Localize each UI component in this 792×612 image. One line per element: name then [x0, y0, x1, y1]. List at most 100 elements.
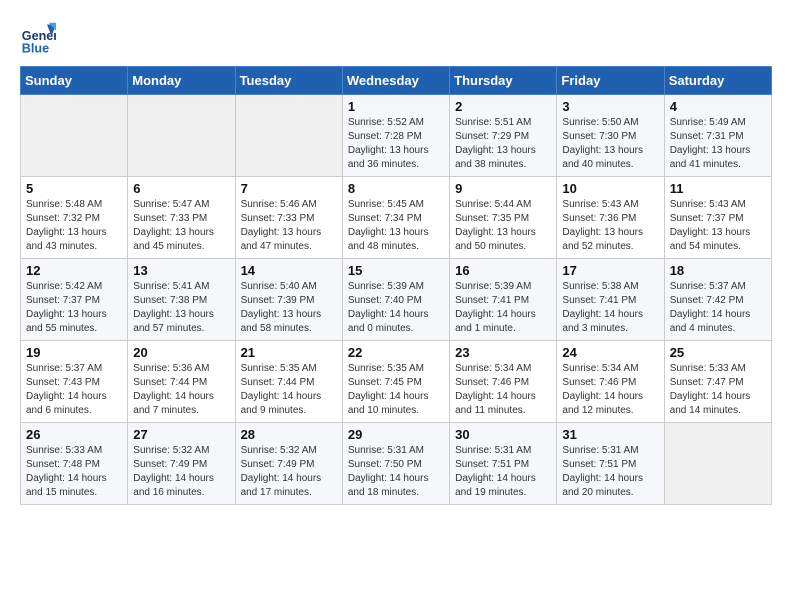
- day-info: Sunrise: 5:33 AM Sunset: 7:47 PM Dayligh…: [670, 362, 766, 418]
- calendar-cell: 19Sunrise: 5:37 AM Sunset: 7:43 PM Dayli…: [21, 341, 128, 423]
- day-number: 26: [26, 427, 122, 442]
- day-number: 7: [241, 181, 337, 196]
- day-number: 22: [348, 345, 444, 360]
- calendar-week-5: 26 Sunrise: 5:33 AM Sunset: 7:48 PM Dayli…: [21, 423, 772, 505]
- calendar-cell: 18 Sunrise: 5:37 AM Sunset: 7:42 PM Dayli…: [664, 259, 771, 341]
- calendar-cell: 29Sunrise: 5:31 AM Sunset: 7:50 PM Dayli…: [342, 423, 449, 505]
- day-info: Sunrise: 5:36 AM Sunset: 7:44 PM Dayligh…: [133, 362, 229, 418]
- calendar-cell: 27 Sunrise: 5:32 AM Sunset: 7:49 PM Dayli…: [128, 423, 235, 505]
- day-info: Sunrise: 5:35 AM Sunset: 7:44 PM Dayligh…: [241, 362, 337, 418]
- calendar-cell: 10 Sunrise: 5:43 AM Sunset: 7:36 PM Dayli…: [557, 177, 664, 259]
- day-info: Sunrise: 5:31 AM Sunset: 7:51 PM Dayligh…: [455, 444, 551, 500]
- day-info: Sunrise: 5:34 AM Sunset: 7:46 PM Dayligh…: [562, 362, 658, 418]
- logo: General Blue: [20, 20, 60, 56]
- day-info: Sunrise: 5:50 AM Sunset: 7:30 PM Dayligh…: [562, 116, 658, 172]
- calendar-cell: [664, 423, 771, 505]
- day-info: Sunrise: 5:37 AM Sunset: 7:43 PM Dayligh…: [26, 362, 122, 418]
- calendar-week-3: 12 Sunrise: 5:42 AM Sunset: 7:37 PM Dayli…: [21, 259, 772, 341]
- day-number: 17: [562, 263, 658, 278]
- day-info: Sunrise: 5:41 AM Sunset: 7:38 PM Dayligh…: [133, 280, 229, 336]
- day-number: 16: [455, 263, 551, 278]
- calendar-cell: 20Sunrise: 5:36 AM Sunset: 7:44 PM Dayli…: [128, 341, 235, 423]
- calendar-week-4: 19Sunrise: 5:37 AM Sunset: 7:43 PM Dayli…: [21, 341, 772, 423]
- calendar-cell: 13Sunrise: 5:41 AM Sunset: 7:38 PM Dayli…: [128, 259, 235, 341]
- calendar-cell: 16 Sunrise: 5:39 AM Sunset: 7:41 PM Dayli…: [450, 259, 557, 341]
- day-number: 25: [670, 345, 766, 360]
- day-info: Sunrise: 5:38 AM Sunset: 7:41 PM Dayligh…: [562, 280, 658, 336]
- day-info: Sunrise: 5:47 AM Sunset: 7:33 PM Dayligh…: [133, 198, 229, 254]
- day-number: 24: [562, 345, 658, 360]
- day-number: 1: [348, 99, 444, 114]
- calendar-week-1: 1 Sunrise: 5:52 AM Sunset: 7:28 PM Daylig…: [21, 95, 772, 177]
- day-number: 28: [241, 427, 337, 442]
- day-number: 9: [455, 181, 551, 196]
- day-number: 30: [455, 427, 551, 442]
- day-header-thursday: Thursday: [450, 67, 557, 95]
- calendar-cell: 11Sunrise: 5:43 AM Sunset: 7:37 PM Dayli…: [664, 177, 771, 259]
- day-info: Sunrise: 5:31 AM Sunset: 7:51 PM Dayligh…: [562, 444, 658, 500]
- day-info: Sunrise: 5:46 AM Sunset: 7:33 PM Dayligh…: [241, 198, 337, 254]
- day-info: Sunrise: 5:33 AM Sunset: 7:48 PM Dayligh…: [26, 444, 122, 500]
- calendar-cell: 14 Sunrise: 5:40 AM Sunset: 7:39 PM Dayli…: [235, 259, 342, 341]
- day-info: Sunrise: 5:44 AM Sunset: 7:35 PM Dayligh…: [455, 198, 551, 254]
- calendar-cell: 30 Sunrise: 5:31 AM Sunset: 7:51 PM Dayli…: [450, 423, 557, 505]
- calendar-cell: 17 Sunrise: 5:38 AM Sunset: 7:41 PM Dayli…: [557, 259, 664, 341]
- day-number: 12: [26, 263, 122, 278]
- day-number: 2: [455, 99, 551, 114]
- day-info: Sunrise: 5:40 AM Sunset: 7:39 PM Dayligh…: [241, 280, 337, 336]
- day-info: Sunrise: 5:42 AM Sunset: 7:37 PM Dayligh…: [26, 280, 122, 336]
- day-info: Sunrise: 5:39 AM Sunset: 7:40 PM Dayligh…: [348, 280, 444, 336]
- calendar-cell: 3Sunrise: 5:50 AM Sunset: 7:30 PM Daylig…: [557, 95, 664, 177]
- calendar-cell: 28 Sunrise: 5:32 AM Sunset: 7:49 PM Dayli…: [235, 423, 342, 505]
- page-header: General Blue: [20, 20, 772, 56]
- day-info: Sunrise: 5:37 AM Sunset: 7:42 PM Dayligh…: [670, 280, 766, 336]
- calendar-cell: 12 Sunrise: 5:42 AM Sunset: 7:37 PM Dayli…: [21, 259, 128, 341]
- day-info: Sunrise: 5:32 AM Sunset: 7:49 PM Dayligh…: [133, 444, 229, 500]
- day-info: Sunrise: 5:49 AM Sunset: 7:31 PM Dayligh…: [670, 116, 766, 172]
- calendar-cell: [235, 95, 342, 177]
- day-info: Sunrise: 5:51 AM Sunset: 7:29 PM Dayligh…: [455, 116, 551, 172]
- calendar-cell: 4 Sunrise: 5:49 AM Sunset: 7:31 PM Daylig…: [664, 95, 771, 177]
- day-number: 10: [562, 181, 658, 196]
- calendar-cell: 8Sunrise: 5:45 AM Sunset: 7:34 PM Daylig…: [342, 177, 449, 259]
- day-number: 31: [562, 427, 658, 442]
- day-number: 27: [133, 427, 229, 442]
- day-number: 6: [133, 181, 229, 196]
- svg-text:Blue: Blue: [22, 41, 49, 55]
- day-number: 4: [670, 99, 766, 114]
- day-number: 23: [455, 345, 551, 360]
- day-info: Sunrise: 5:43 AM Sunset: 7:36 PM Dayligh…: [562, 198, 658, 254]
- day-header-saturday: Saturday: [664, 67, 771, 95]
- calendar-header-row: SundayMondayTuesdayWednesdayThursdayFrid…: [21, 67, 772, 95]
- day-header-monday: Monday: [128, 67, 235, 95]
- day-header-friday: Friday: [557, 67, 664, 95]
- day-info: Sunrise: 5:39 AM Sunset: 7:41 PM Dayligh…: [455, 280, 551, 336]
- day-info: Sunrise: 5:31 AM Sunset: 7:50 PM Dayligh…: [348, 444, 444, 500]
- calendar-cell: 24 Sunrise: 5:34 AM Sunset: 7:46 PM Dayli…: [557, 341, 664, 423]
- calendar-cell: 1 Sunrise: 5:52 AM Sunset: 7:28 PM Daylig…: [342, 95, 449, 177]
- day-number: 8: [348, 181, 444, 196]
- day-info: Sunrise: 5:34 AM Sunset: 7:46 PM Dayligh…: [455, 362, 551, 418]
- day-info: Sunrise: 5:43 AM Sunset: 7:37 PM Dayligh…: [670, 198, 766, 254]
- calendar-cell: 31 Sunrise: 5:31 AM Sunset: 7:51 PM Dayli…: [557, 423, 664, 505]
- day-number: 18: [670, 263, 766, 278]
- calendar-cell: [21, 95, 128, 177]
- calendar-cell: 21Sunrise: 5:35 AM Sunset: 7:44 PM Dayli…: [235, 341, 342, 423]
- day-header-sunday: Sunday: [21, 67, 128, 95]
- logo-icon: General Blue: [20, 20, 56, 56]
- calendar-cell: 22 Sunrise: 5:35 AM Sunset: 7:45 PM Dayli…: [342, 341, 449, 423]
- day-info: Sunrise: 5:32 AM Sunset: 7:49 PM Dayligh…: [241, 444, 337, 500]
- day-header-wednesday: Wednesday: [342, 67, 449, 95]
- day-info: Sunrise: 5:35 AM Sunset: 7:45 PM Dayligh…: [348, 362, 444, 418]
- calendar-week-2: 5Sunrise: 5:48 AM Sunset: 7:32 PM Daylig…: [21, 177, 772, 259]
- calendar-cell: [128, 95, 235, 177]
- calendar-cell: 15Sunrise: 5:39 AM Sunset: 7:40 PM Dayli…: [342, 259, 449, 341]
- calendar-cell: 5Sunrise: 5:48 AM Sunset: 7:32 PM Daylig…: [21, 177, 128, 259]
- calendar-cell: 23 Sunrise: 5:34 AM Sunset: 7:46 PM Dayli…: [450, 341, 557, 423]
- day-header-tuesday: Tuesday: [235, 67, 342, 95]
- calendar-cell: 6 Sunrise: 5:47 AM Sunset: 7:33 PM Daylig…: [128, 177, 235, 259]
- calendar-cell: 26 Sunrise: 5:33 AM Sunset: 7:48 PM Dayli…: [21, 423, 128, 505]
- day-number: 14: [241, 263, 337, 278]
- day-info: Sunrise: 5:52 AM Sunset: 7:28 PM Dayligh…: [348, 116, 444, 172]
- calendar-cell: 2 Sunrise: 5:51 AM Sunset: 7:29 PM Daylig…: [450, 95, 557, 177]
